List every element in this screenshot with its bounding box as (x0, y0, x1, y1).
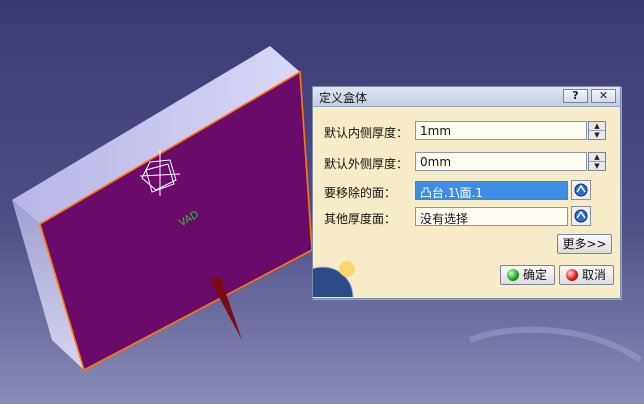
spin-up-icon[interactable]: ▲ (589, 122, 605, 131)
help-button[interactable]: ? (563, 89, 588, 103)
default-outer-label: 默认外侧厚度： (324, 157, 409, 171)
catia-globe-icon (313, 261, 355, 297)
cancel-label: 取消 (582, 268, 607, 282)
define-shell-dialog: 定义盒体 ? ✕ 默认内侧厚度： 1mm ▲ ▼ 默认外侧厚度： 0mm ▲ ▼… (312, 86, 621, 299)
dialog-titlebar[interactable]: 定义盒体 ? ✕ (313, 87, 620, 107)
ok-label: 确定 (523, 268, 548, 282)
default-inner-spinner[interactable]: ▲ ▼ (588, 121, 606, 140)
spin-up-icon[interactable]: ▲ (589, 153, 605, 162)
face-selector-button[interactable] (571, 180, 591, 200)
spin-down-icon[interactable]: ▼ (589, 131, 605, 139)
cancel-button[interactable]: 取消 (559, 265, 614, 285)
ok-icon (507, 269, 519, 281)
other-thickness-row: 其他厚度面： 没有选择 (313, 206, 620, 228)
face-selector-icon (574, 209, 588, 223)
close-button[interactable]: ✕ (591, 89, 616, 103)
default-inner-row: 默认内侧厚度： 1mm ▲ ▼ (313, 120, 620, 142)
cancel-icon (566, 269, 578, 281)
ok-button[interactable]: 确定 (500, 265, 555, 285)
other-thickness-input[interactable]: 没有选择 (415, 207, 568, 226)
faces-to-remove-label: 要移除的面： (324, 186, 397, 200)
more-button[interactable]: 更多>> (557, 234, 612, 254)
other-face-selector-button[interactable] (571, 206, 591, 226)
faces-to-remove-row: 要移除的面： 凸台.1\面.1 (313, 180, 620, 202)
default-outer-input[interactable]: 0mm (415, 152, 587, 171)
default-inner-input[interactable]: 1mm (415, 121, 587, 140)
dialog-title: 定义盒体 (319, 91, 368, 105)
other-thickness-label: 其他厚度面： (324, 212, 397, 226)
faces-to-remove-input[interactable]: 凸台.1\面.1 (415, 181, 568, 200)
spin-down-icon[interactable]: ▼ (589, 162, 605, 170)
default-inner-label: 默认内侧厚度： (324, 126, 409, 140)
face-selector-icon (574, 183, 588, 197)
default-outer-row: 默认外侧厚度： 0mm ▲ ▼ (313, 151, 620, 173)
default-outer-spinner[interactable]: ▲ ▼ (588, 152, 606, 171)
